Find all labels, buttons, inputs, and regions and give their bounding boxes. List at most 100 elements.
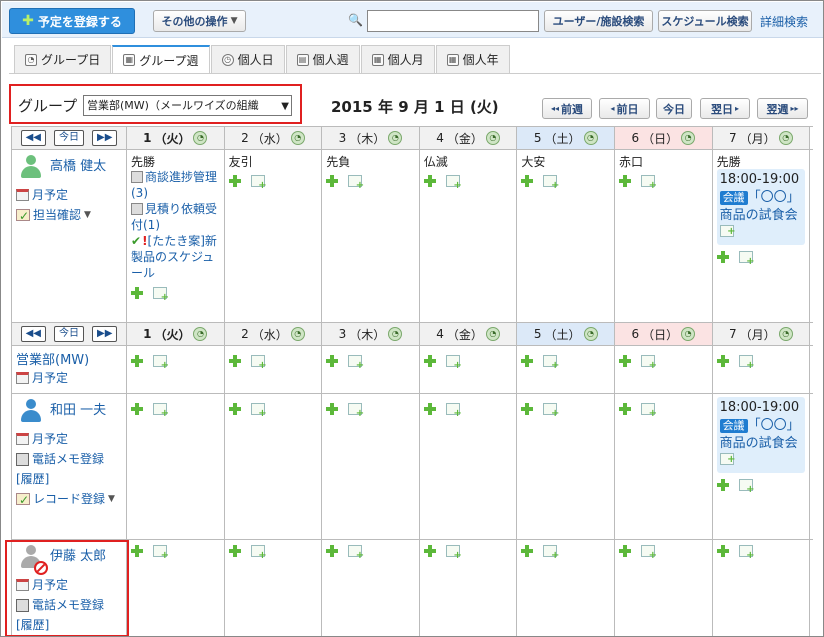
tab-personal-month[interactable]: ▦ 個人月 — [360, 45, 435, 73]
group-day-icon[interactable]: ◔ — [290, 131, 305, 145]
add-plus-icon[interactable] — [716, 251, 729, 263]
record-register-link[interactable]: レコード登録▼ — [16, 489, 122, 510]
add-plus-icon[interactable] — [423, 545, 436, 557]
day-header[interactable]: 6 （日） ◔ — [614, 323, 713, 345]
add-plus-icon[interactable] — [326, 545, 339, 557]
group-day-icon[interactable]: ◔ — [388, 327, 403, 341]
prev-day-button[interactable]: ◂ 前日 — [599, 98, 650, 119]
day-cell[interactable] — [713, 540, 811, 636]
day-cell[interactable] — [420, 346, 518, 393]
day-cell[interactable] — [517, 346, 615, 393]
mini-next-button[interactable]: ▶▶ — [92, 130, 118, 146]
search-input[interactable] — [367, 10, 539, 32]
add-calendar-icon[interactable] — [640, 545, 657, 561]
add-plus-icon[interactable] — [326, 175, 339, 187]
add-calendar-icon[interactable] — [543, 545, 559, 561]
history-link[interactable]: [履歴] — [16, 469, 122, 489]
day-cell[interactable] — [517, 540, 615, 636]
add-plus-icon[interactable] — [521, 403, 534, 415]
group-day-icon[interactable]: ◔ — [193, 327, 208, 341]
add-calendar-icon[interactable] — [738, 355, 755, 371]
next-week-button[interactable]: 翌週 ▸▸ — [757, 98, 808, 119]
add-plus-icon[interactable] — [423, 175, 436, 187]
meeting-event[interactable]: 18:00-19:00 会議 「〇〇」商品の試食会 — [716, 397, 806, 473]
add-plus-icon[interactable] — [423, 355, 436, 367]
add-plus-icon[interactable] — [228, 545, 241, 557]
tab-personal-day[interactable]: ◷ 個人日 — [210, 45, 285, 73]
detail-search-link[interactable]: 詳細検索 — [760, 13, 808, 30]
add-plus-icon[interactable] — [618, 175, 631, 187]
add-calendar-icon[interactable] — [543, 403, 559, 419]
event-item[interactable]: 商談進捗管理(3) — [131, 169, 220, 201]
group-day-icon[interactable]: ◔ — [290, 327, 305, 341]
day-header[interactable]: 6 （日） ◔ — [614, 127, 713, 149]
add-plus-icon[interactable] — [521, 355, 534, 367]
day-header[interactable]: 3 （木） ◔ — [322, 127, 420, 149]
day-cell[interactable]: 先勝 商談進捗管理(3) 見積り依頼受付(1) ✔![たたき案]新製品のスケジュ… — [127, 150, 225, 322]
add-calendar-icon[interactable] — [738, 479, 755, 495]
add-plus-icon[interactable] — [228, 403, 241, 415]
tab-group-day[interactable]: ◔ グループ日 — [14, 45, 112, 73]
add-plus-icon[interactable] — [618, 403, 631, 415]
day-cell[interactable]: 友引 — [225, 150, 323, 322]
day-header[interactable]: 1 （火） ◔ — [127, 127, 225, 149]
add-plus-icon[interactable] — [521, 545, 534, 557]
day-cell[interactable] — [225, 394, 323, 539]
group-day-icon[interactable]: ◔ — [778, 131, 793, 145]
day-cell[interactable] — [225, 540, 323, 636]
add-calendar-icon[interactable] — [348, 355, 364, 371]
add-calendar-icon[interactable] — [153, 403, 169, 419]
day-cell[interactable]: 先勝 18:00-19:00 会議 「〇〇」商品の試食会 — [713, 150, 811, 322]
add-plus-icon[interactable] — [228, 355, 241, 367]
day-cell[interactable] — [127, 346, 225, 393]
day-cell[interactable] — [322, 394, 420, 539]
add-calendar-icon[interactable] — [640, 175, 657, 191]
mini-prev-button[interactable]: ◀◀ — [20, 130, 46, 146]
day-header[interactable]: 1 （火） ◔ — [127, 323, 225, 345]
day-header[interactable]: 4 （金） ◔ — [419, 127, 518, 149]
day-header[interactable]: 2 （水） ◔ — [224, 127, 323, 149]
add-plus-icon[interactable] — [716, 355, 729, 367]
mini-today-button[interactable]: 今日 — [54, 326, 84, 342]
day-header[interactable]: 5 （土） ◔ — [517, 127, 615, 149]
add-calendar-icon[interactable] — [445, 175, 462, 191]
add-calendar-icon[interactable] — [738, 251, 755, 267]
group-select[interactable]: 営業部(MW)（メールワイズの組織 ▼ — [83, 95, 292, 116]
add-plus-icon[interactable] — [423, 403, 436, 415]
day-header[interactable]: 5 （土） ◔ — [517, 323, 615, 345]
tab-group-week[interactable]: ▦ グループ週 — [112, 45, 210, 73]
other-operations-button[interactable]: その他の操作 ▼ — [153, 10, 246, 32]
event-item[interactable]: ✔![たたき案]新製品のスケジュール — [131, 233, 220, 281]
day-cell[interactable] — [420, 394, 518, 539]
next-day-button[interactable]: 翌日 ▸ — [700, 98, 750, 119]
add-calendar-icon[interactable] — [445, 403, 462, 419]
user-facility-search-button[interactable]: ユーザー/施設検索 — [544, 10, 653, 32]
add-plus-icon[interactable] — [228, 175, 241, 187]
add-plus-icon[interactable] — [131, 355, 143, 367]
add-plus-icon[interactable] — [716, 479, 729, 491]
add-plus-icon[interactable] — [326, 355, 339, 367]
add-calendar-icon[interactable] — [250, 175, 267, 191]
group-day-icon[interactable]: ◔ — [485, 131, 500, 145]
today-button[interactable]: 今日 — [656, 98, 692, 119]
group-day-icon[interactable]: ◔ — [681, 327, 696, 341]
add-calendar-icon[interactable] — [153, 287, 169, 303]
add-calendar-icon[interactable] — [250, 355, 267, 371]
meeting-event[interactable]: 18:00-19:00 会議 「〇〇」商品の試食会 — [716, 169, 806, 245]
day-cell[interactable]: 大安 — [517, 150, 615, 322]
confirm-link[interactable]: 担当確認▼ — [16, 205, 122, 226]
add-calendar-icon[interactable] — [348, 175, 364, 191]
add-calendar-icon[interactable] — [348, 545, 364, 561]
add-plus-icon[interactable] — [131, 545, 143, 557]
add-calendar-icon[interactable] — [543, 355, 559, 371]
user-name-link[interactable]: 高橋 健太 — [50, 155, 106, 174]
day-cell[interactable] — [713, 346, 811, 393]
prev-week-button[interactable]: ◂◂ 前週 — [542, 98, 592, 119]
add-calendar-icon[interactable] — [445, 545, 462, 561]
add-plus-icon[interactable] — [618, 545, 631, 557]
day-cell[interactable] — [517, 394, 615, 539]
day-header[interactable]: 4 （金） ◔ — [419, 323, 518, 345]
month-schedule-link[interactable]: 月予定 — [16, 429, 122, 449]
event-item[interactable]: 見積り依頼受付(1) — [131, 201, 220, 233]
group-day-icon[interactable]: ◔ — [681, 131, 696, 145]
